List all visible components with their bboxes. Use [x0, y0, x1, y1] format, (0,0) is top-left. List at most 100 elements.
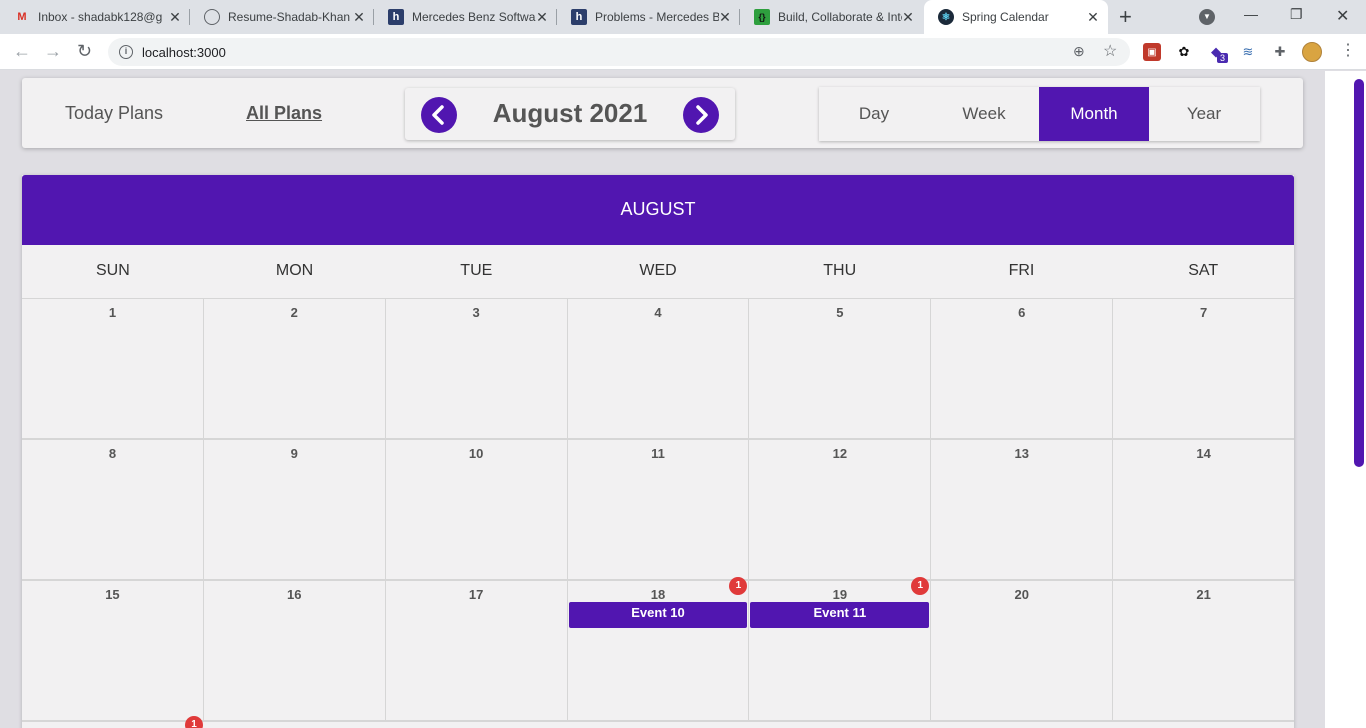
browser-tab-active[interactable]: ⚛ Spring Calendar ✕: [924, 0, 1108, 34]
browser-tab[interactable]: Resume-Shadab-Khan ✕: [190, 0, 374, 34]
next-month-button[interactable]: [683, 97, 719, 133]
bookmark-star-icon[interactable]: ☆: [1103, 41, 1117, 61]
week-row: 15 16 17 18 Event 10 1 19 Event 11 1 20 …: [22, 577, 1294, 722]
weekday-label: FRI: [1008, 262, 1035, 279]
chevron-right-icon: [696, 105, 708, 125]
event-chip[interactable]: Event 10: [568, 602, 748, 628]
extension-paw-icon[interactable]: ✿: [1175, 43, 1193, 61]
calendar-topbar: Today Plans All Plans August 2021 Day We…: [22, 78, 1303, 148]
view-week-button[interactable]: Week: [929, 87, 1039, 141]
back-arrow-icon[interactable]: ←: [13, 41, 31, 61]
view-year-button[interactable]: Year: [1149, 87, 1259, 141]
zoom-icon[interactable]: ⊕: [1073, 43, 1085, 60]
event-count-badge: 1: [185, 716, 203, 728]
day-cell[interactable]: 5: [749, 299, 932, 438]
day-cell[interactable]: 14: [1113, 440, 1294, 579]
browser-tab[interactable]: {} Build, Collaborate & Integrate ✕: [740, 0, 923, 34]
day-number: 15: [105, 587, 120, 602]
close-tab-icon[interactable]: ✕: [352, 10, 366, 24]
tab-title: Mercedes Benz Software: [412, 10, 536, 24]
new-tab-icon[interactable]: +: [1119, 6, 1132, 28]
close-tab-icon[interactable]: ✕: [535, 10, 549, 24]
address-url[interactable]: localhost:3000: [142, 45, 226, 60]
close-tab-icon[interactable]: ✕: [901, 10, 915, 24]
event-chip[interactable]: Event 11: [750, 602, 930, 628]
day-number: 21: [1196, 587, 1211, 602]
day-number: 1: [108, 305, 117, 320]
day-number: 14: [1196, 446, 1211, 461]
restore-icon[interactable]: ❐: [1290, 6, 1303, 23]
close-window-icon[interactable]: ✕: [1336, 6, 1349, 26]
minimize-icon[interactable]: —: [1244, 6, 1258, 22]
previous-month-button[interactable]: [421, 97, 457, 133]
day-cell[interactable]: 3: [386, 299, 568, 438]
extensions-puzzle-icon[interactable]: ✚: [1271, 43, 1289, 61]
all-plans-link[interactable]: All Plans: [246, 103, 322, 124]
tab-title: Resume-Shadab-Khan: [228, 10, 351, 24]
extension-stack-icon[interactable]: ≋: [1239, 43, 1257, 61]
browser-tabstrip: M Inbox - shadabk128@gmail.com ✕ Resume-…: [0, 0, 1366, 34]
day-cell[interactable]: 11: [568, 440, 750, 579]
day-cell[interactable]: 2: [204, 299, 386, 438]
tab-title: Build, Collaborate & Integrate: [778, 10, 902, 24]
day-cell[interactable]: 12: [749, 440, 932, 579]
day-cell[interactable]: 6: [931, 299, 1114, 438]
tab-search-icon[interactable]: ▼: [1199, 9, 1215, 25]
day-number: 6: [1018, 305, 1026, 320]
view-day-button[interactable]: Day: [819, 87, 929, 141]
extension-badge: 3: [1217, 53, 1229, 63]
day-cell[interactable]: 18 Event 10 1: [568, 577, 750, 720]
weekday-label: WED: [639, 262, 677, 279]
week-row: 1 2 3 4 5 6 7: [22, 299, 1294, 440]
chevron-left-icon: [432, 105, 444, 125]
day-cell[interactable]: 17: [386, 581, 568, 720]
day-cell[interactable]: 9: [204, 440, 386, 579]
close-tab-icon[interactable]: ✕: [718, 10, 732, 24]
weekday-label: SUN: [95, 262, 130, 279]
day-cell[interactable]: 16: [204, 581, 386, 720]
day-cell[interactable]: 4: [568, 299, 750, 438]
page-scrollbar-thumb[interactable]: [1354, 79, 1364, 467]
day-number: 17: [468, 587, 484, 602]
site-info-icon[interactable]: i: [119, 45, 133, 59]
browser-tab[interactable]: h Problems - Mercedes Benz ✕: [557, 0, 740, 34]
day-cell[interactable]: 19 Event 11 1: [749, 577, 932, 720]
day-number: 7: [1199, 305, 1208, 320]
day-cell[interactable]: 8: [22, 440, 204, 579]
address-bar[interactable]: i localhost:3000 ⊕ ☆: [108, 38, 1130, 66]
day-cell[interactable]: 10: [386, 440, 568, 579]
day-cell[interactable]: 21: [1113, 581, 1294, 720]
gmail-icon: M: [17, 11, 27, 23]
tab-title: Spring Calendar: [962, 10, 1049, 24]
day-number: 19: [832, 587, 848, 602]
day-number: 9: [290, 446, 298, 461]
today-plans-link[interactable]: Today Plans: [65, 103, 163, 124]
close-tab-icon[interactable]: ✕: [1086, 10, 1100, 24]
day-number: 3: [472, 305, 480, 320]
page-viewport: Today Plans All Plans August 2021 Day We…: [0, 71, 1366, 728]
forward-arrow-icon[interactable]: →: [44, 41, 62, 61]
weekday-label: SAT: [1188, 262, 1219, 279]
view-switcher: Day Week Month Year: [819, 87, 1260, 141]
profile-avatar[interactable]: [1302, 42, 1322, 62]
reload-icon[interactable]: ↻: [77, 41, 92, 61]
browser-tab[interactable]: M Inbox - shadabk128@gmail.com ✕: [0, 0, 190, 34]
close-tab-icon[interactable]: ✕: [168, 10, 182, 24]
browser-menu-icon[interactable]: ⋮: [1340, 42, 1356, 60]
day-cell[interactable]: 1: [22, 299, 204, 438]
day-cell[interactable]: 13: [931, 440, 1114, 579]
tab-title: Problems - Mercedes Benz: [595, 10, 719, 24]
day-cell[interactable]: 15: [22, 581, 204, 720]
day-number: 13: [1014, 446, 1029, 461]
braces-icon: {}: [754, 9, 770, 25]
day-number: 18: [650, 587, 666, 602]
browser-tab[interactable]: h Mercedes Benz Software ✕: [374, 0, 557, 34]
view-month-button[interactable]: Month: [1039, 87, 1149, 141]
weekday-label: TUE: [460, 262, 493, 279]
day-cell[interactable]: 7: [1113, 299, 1294, 438]
week-row: 8 9 10 11 12 13 14: [22, 440, 1294, 581]
react-icon: ⚛: [938, 9, 954, 25]
browser-toolbar: ← → ↻ i localhost:3000 ⊕ ☆ ▣ ✿ ◆ 3 ≋ ✚ ⋮: [0, 34, 1366, 70]
day-cell[interactable]: 20: [931, 581, 1114, 720]
extension-red-icon[interactable]: ▣: [1143, 43, 1161, 61]
